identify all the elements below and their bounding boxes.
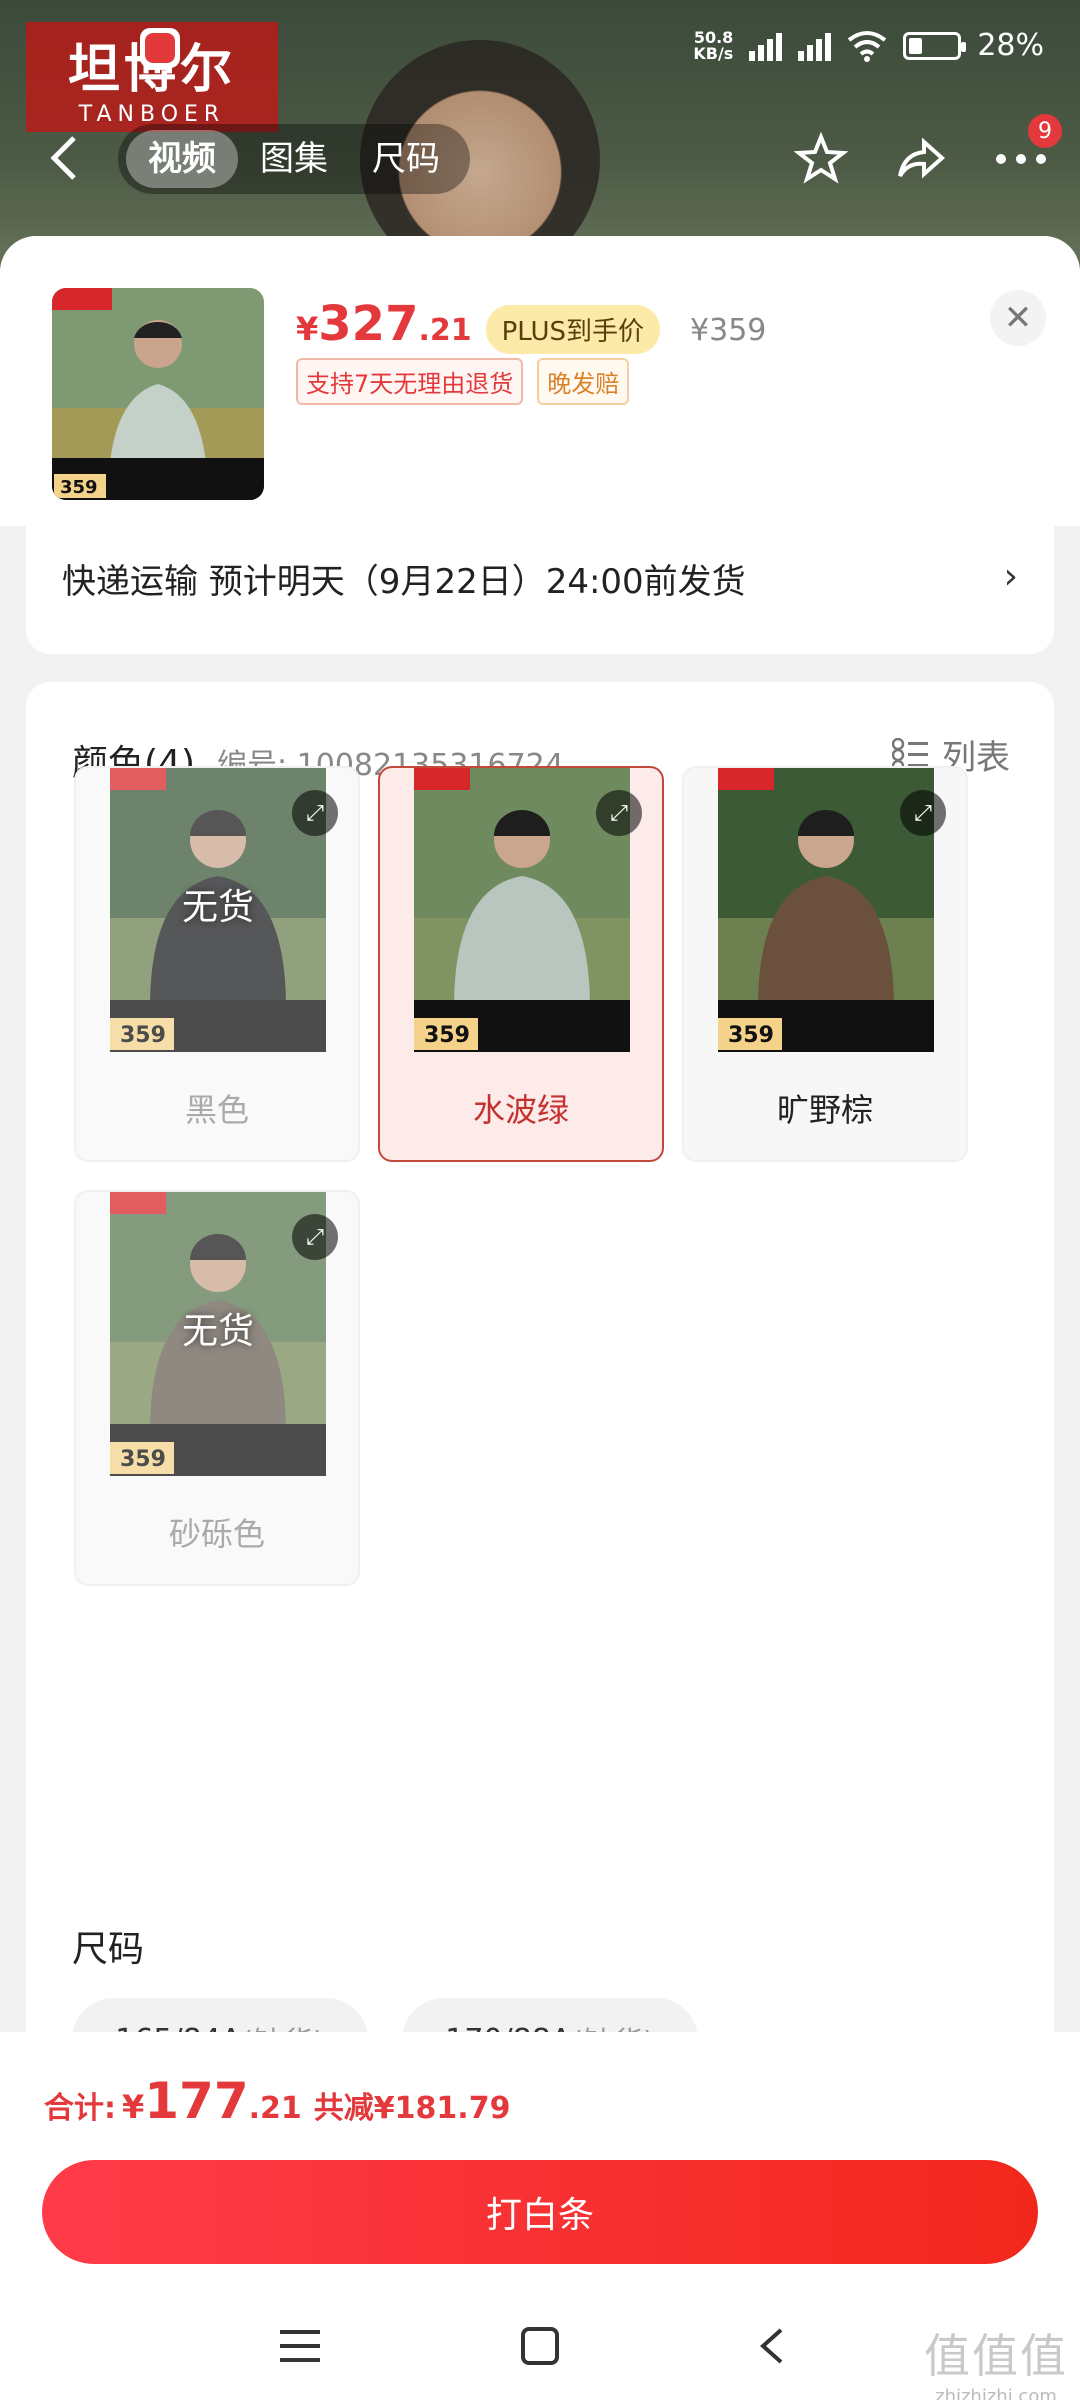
favorite-star-icon[interactable] bbox=[786, 124, 856, 194]
close-icon[interactable]: ✕ bbox=[990, 290, 1046, 346]
color-swatch[interactable]: 359 无货 ⤢ 砂砾色 bbox=[74, 1190, 360, 1586]
checkout-bar: 合计: ¥ 177 .21 共减¥181.79 打白条 bbox=[0, 2032, 1080, 2400]
service-tags: 支持7天无理由退货 晚发赔 bbox=[296, 358, 630, 405]
swatch-label: 砂砾色 bbox=[168, 1515, 265, 1553]
swatch-label: 水波绿 bbox=[472, 1091, 569, 1129]
chevron-right-icon[interactable]: › bbox=[1004, 556, 1018, 597]
late-delivery-tag: 晚发赔 bbox=[537, 358, 630, 405]
expand-icon[interactable]: ⤢ bbox=[596, 790, 642, 836]
baitiao-pay-button[interactable]: 打白条 bbox=[42, 2160, 1038, 2264]
top-actions: 9 bbox=[786, 114, 1062, 194]
battery-percent: 28% bbox=[977, 28, 1044, 63]
top-nav: 视频 图集 尺码 9 bbox=[0, 114, 1080, 198]
share-icon[interactable] bbox=[886, 124, 956, 194]
expand-icon[interactable]: ⤢ bbox=[900, 790, 946, 836]
spec-card: 颜色(4) 编号: 10082135316724 列表 359无货⤢黑色359⤢… bbox=[26, 682, 1054, 2290]
network-speed: 50.8 KB/s bbox=[693, 27, 734, 63]
thumb-price: 359 bbox=[60, 477, 98, 498]
more-icon[interactable]: 9 bbox=[986, 114, 1062, 194]
app-notification-icon bbox=[140, 28, 180, 68]
return-policy-tag: 支持7天无理由退货 bbox=[296, 358, 524, 405]
swatch-price: 359 bbox=[728, 1023, 774, 1048]
shipping-card[interactable]: ▔▔▔▔▔▔▔▔▔▔▔▔▔▔▔ 快递运输 预计明天（9月22日）24:00前发货… bbox=[26, 526, 1054, 654]
swatch-price: 359 bbox=[424, 1023, 470, 1048]
more-badge-count: 9 bbox=[1028, 114, 1062, 148]
expand-icon[interactable]: ⤢ bbox=[292, 1214, 338, 1260]
tab-gallery[interactable]: 图集 bbox=[238, 130, 350, 188]
media-tabs: 视频 图集 尺码 bbox=[118, 124, 470, 194]
swatch-label: 黑色 bbox=[184, 1091, 249, 1129]
out-of-stock-label: 无货 bbox=[181, 887, 254, 928]
plus-price-badge: PLUS到手价 bbox=[485, 305, 661, 354]
wifi-icon bbox=[848, 30, 887, 62]
discount-total: 共减¥181.79 bbox=[313, 2091, 511, 2126]
out-of-stock-label: 无货 bbox=[181, 1311, 254, 1352]
color-swatch[interactable]: 359 ⤢ 旷野棕 bbox=[682, 766, 968, 1162]
signal-2-icon bbox=[798, 31, 832, 61]
plus-price: ¥327.21 bbox=[296, 296, 472, 352]
price-line: ¥327.21 PLUS到手价 ¥359 bbox=[296, 296, 766, 354]
scrolled-text-fragment: ▔▔▔▔▔▔▔▔▔▔▔▔▔▔▔ bbox=[66, 526, 806, 540]
shipping-estimate: 快递运输 预计明天（9月22日）24:00前发货 bbox=[62, 562, 746, 602]
color-swatch[interactable]: 359 无货 ⤢ 黑色 bbox=[74, 766, 360, 1162]
expand-icon[interactable]: ⤢ bbox=[292, 790, 338, 836]
back-arrow-icon[interactable] bbox=[44, 128, 94, 188]
total-price: 合计: ¥ 177 .21 共减¥181.79 bbox=[44, 2072, 511, 2130]
system-back-icon[interactable] bbox=[742, 2316, 802, 2376]
signal-icon bbox=[749, 31, 783, 61]
battery-icon bbox=[903, 31, 967, 60]
sheet-header: 359 ¥327.21 PLUS到手价 ¥359 支持7天无理由退货 晚发赔 ✕ bbox=[0, 236, 1080, 526]
system-nav-bar bbox=[0, 2296, 1080, 2396]
home-icon[interactable] bbox=[510, 2316, 570, 2376]
tab-size[interactable]: 尺码 bbox=[350, 130, 462, 188]
original-price: ¥359 bbox=[690, 313, 767, 348]
menu-icon[interactable] bbox=[270, 2316, 330, 2376]
color-swatch[interactable]: 359 ⤢ 水波绿 bbox=[378, 766, 664, 1162]
tab-video[interactable]: 视频 bbox=[126, 130, 238, 188]
status-bar: 50.8 KB/s 28% bbox=[693, 28, 1044, 63]
watermark: 值值值 zhizhizhi.com bbox=[924, 2329, 1068, 2400]
product-thumbnail[interactable]: 359 bbox=[52, 288, 264, 500]
swatch-label: 旷野棕 bbox=[776, 1091, 873, 1129]
size-title: 尺码 bbox=[72, 1929, 145, 1970]
